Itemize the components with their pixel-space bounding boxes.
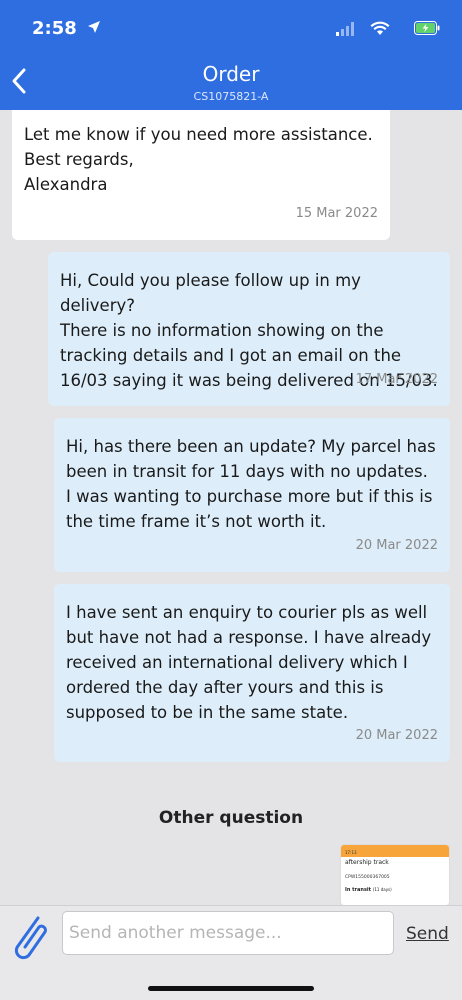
- battery-charging-icon: [414, 21, 440, 35]
- message-date: 20 Mar 2022: [355, 728, 438, 743]
- message-bubble-user: Hi, has there been an update? My parcel …: [54, 418, 450, 572]
- message-composer: Send: [0, 905, 462, 1000]
- thumbnail-brand: aftership track: [345, 859, 389, 866]
- status-bar: 2:58: [32, 18, 440, 42]
- message-date: 17 Mar 2022: [355, 372, 438, 387]
- other-question-label: Other question: [158, 808, 304, 828]
- status-time: 2:58: [32, 18, 77, 39]
- order-number: CS1075821-A: [193, 90, 269, 103]
- thumbnail-status-bar: [341, 845, 449, 857]
- signal-icon: [336, 22, 354, 36]
- paperclip-icon[interactable]: [8, 910, 52, 966]
- send-button[interactable]: Send: [406, 924, 449, 944]
- thumbnail-time: 17:13: [345, 850, 357, 855]
- thumbnail-days: (11 days): [372, 887, 392, 892]
- message-date: 15 Mar 2022: [295, 206, 378, 221]
- message-text: Let me know if you need more assistance.…: [24, 125, 373, 194]
- page-title: Order: [202, 62, 260, 86]
- message-bubble-user: Hi, Could you please follow up in my del…: [48, 252, 450, 406]
- message-date: 20 Mar 2022: [355, 538, 438, 553]
- thumbnail-status: In transit (11 days): [345, 887, 392, 893]
- thumbnail-status-text: In transit: [345, 887, 372, 893]
- message-text: I have sent an enquiry to courier pls as…: [66, 603, 432, 722]
- thumbnail-tracking-number: CPW155000367005: [345, 875, 390, 880]
- message-text: Hi, has there been an update? My parcel …: [66, 437, 436, 531]
- top-header: 2:58 Order CS1075821-A: [0, 0, 462, 110]
- message-bubble-agent: Let me know if you need more assistance.…: [12, 110, 390, 240]
- message-input[interactable]: [62, 911, 394, 955]
- location-arrow-icon: [88, 21, 100, 33]
- home-indicator: [148, 986, 314, 991]
- message-bubble-user: I have sent an enquiry to courier pls as…: [54, 584, 450, 762]
- wifi-icon: [370, 21, 390, 35]
- attachment-screenshot-thumbnail[interactable]: 17:13 aftership track CPW155000367005 In…: [340, 844, 450, 906]
